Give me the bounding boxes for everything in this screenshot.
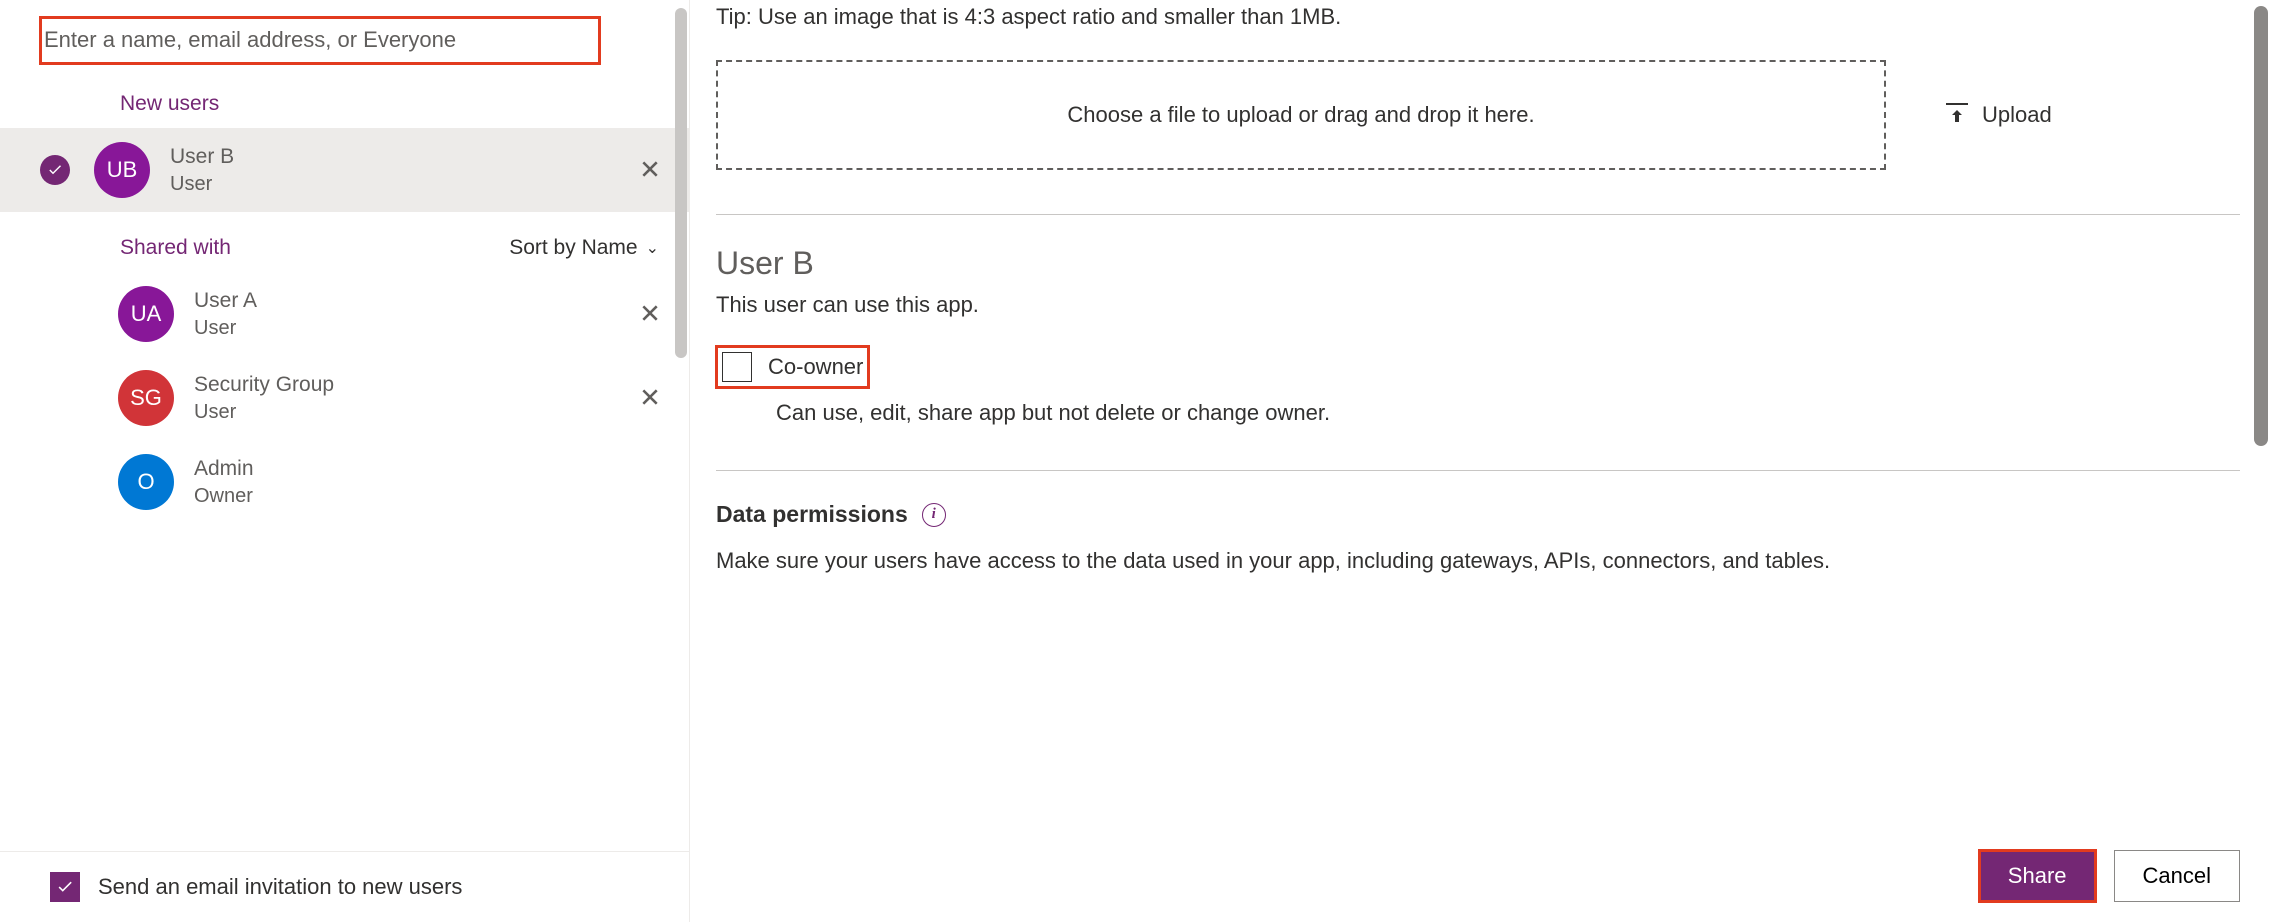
chevron-down-icon: ⌄ xyxy=(646,238,659,258)
shared-with-header: Shared with xyxy=(120,236,231,260)
coowner-option[interactable]: Co-owner xyxy=(716,346,869,388)
user-role: User xyxy=(194,401,334,424)
avatar: UA xyxy=(118,286,174,342)
selected-check-icon xyxy=(40,155,70,185)
coowner-label: Co-owner xyxy=(768,354,863,380)
share-button[interactable]: Share xyxy=(1979,850,2096,902)
user-role: User xyxy=(170,173,234,196)
avatar: UB xyxy=(94,142,150,198)
info-icon[interactable]: i xyxy=(922,503,946,527)
shared-user-row[interactable]: O Admin Owner xyxy=(0,440,689,524)
user-name: Admin xyxy=(194,457,254,481)
upload-dropzone[interactable]: Choose a file to upload or drag and drop… xyxy=(716,60,1886,170)
share-left-panel: New users UB User B User ✕ Shared with S… xyxy=(0,0,690,922)
upload-tip: Tip: Use an image that is 4:3 aspect rat… xyxy=(716,4,2240,30)
people-search-input[interactable] xyxy=(40,17,600,64)
user-role: User xyxy=(194,317,257,340)
data-permissions-text: Make sure your users have access to the … xyxy=(716,548,2240,574)
shared-user-row[interactable]: SG Security Group User ✕ xyxy=(0,356,689,440)
data-permissions-heading: Data permissions xyxy=(716,501,908,528)
upload-button-label: Upload xyxy=(1982,102,2052,128)
email-invite-checkbox[interactable] xyxy=(50,872,80,902)
email-invite-option[interactable]: Send an email invitation to new users xyxy=(0,851,689,922)
avatar: O xyxy=(118,454,174,510)
remove-user-icon[interactable]: ✕ xyxy=(635,383,665,414)
sort-by-dropdown[interactable]: Sort by Name ⌄ xyxy=(509,236,659,260)
avatar: SG xyxy=(118,370,174,426)
scrollbar[interactable] xyxy=(2254,6,2268,446)
user-name: Security Group xyxy=(194,373,334,397)
upload-button[interactable]: Upload xyxy=(1946,102,2052,128)
remove-user-icon[interactable]: ✕ xyxy=(635,299,665,330)
user-name: User A xyxy=(194,289,257,313)
user-role: Owner xyxy=(194,485,254,508)
new-users-header: New users xyxy=(0,64,689,128)
coowner-checkbox[interactable] xyxy=(722,352,752,382)
email-invite-label: Send an email invitation to new users xyxy=(98,874,462,900)
shared-user-row[interactable]: UA User A User ✕ xyxy=(0,272,689,356)
coowner-description: Can use, edit, share app but not delete … xyxy=(776,400,2240,426)
detail-user-name: User B xyxy=(716,245,2240,282)
remove-user-icon[interactable]: ✕ xyxy=(635,155,665,186)
sort-by-label: Sort by Name xyxy=(509,236,637,260)
upload-icon xyxy=(1946,103,1968,127)
cancel-button[interactable]: Cancel xyxy=(2114,850,2240,902)
detail-user-subtitle: This user can use this app. xyxy=(716,292,2240,318)
scrollbar[interactable] xyxy=(675,8,687,358)
user-name: User B xyxy=(170,145,234,169)
new-user-row[interactable]: UB User B User ✕ xyxy=(0,128,689,212)
share-right-panel: Tip: Use an image that is 4:3 aspect rat… xyxy=(690,0,2274,922)
